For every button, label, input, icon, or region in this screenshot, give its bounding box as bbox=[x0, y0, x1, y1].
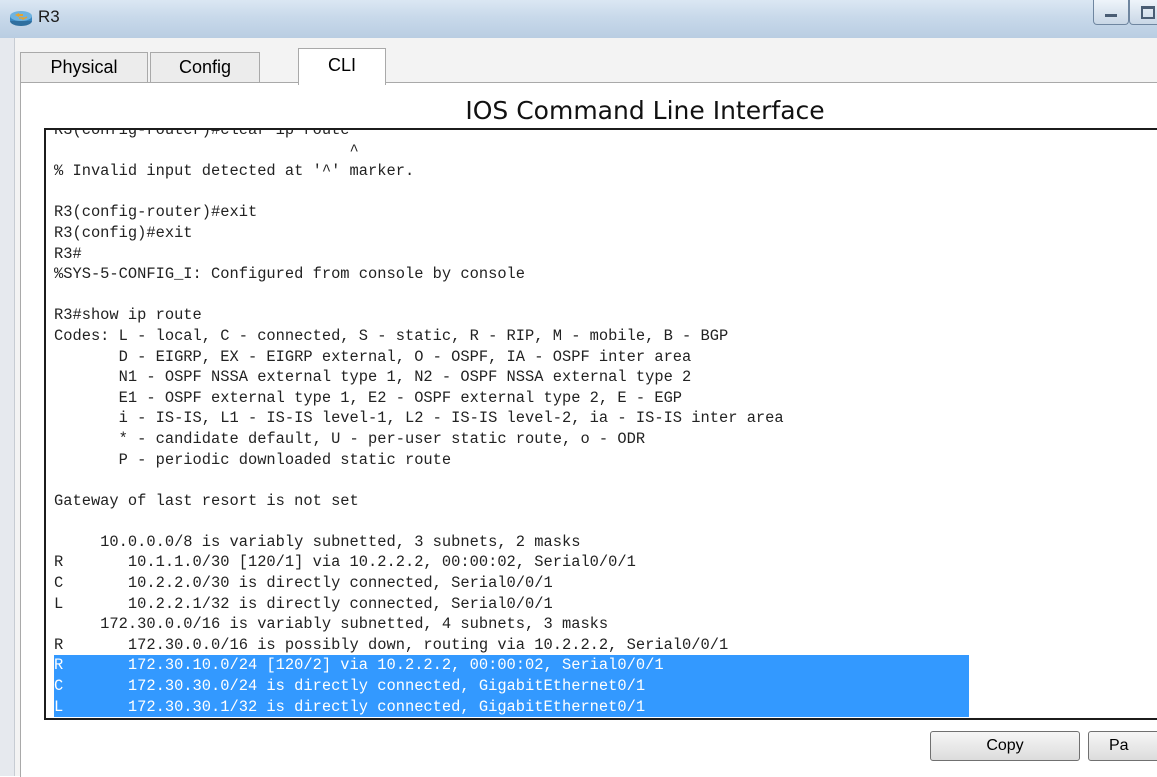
minimize-button[interactable] bbox=[1093, 0, 1129, 25]
terminal-line: L 172.30.30.1/32 is directly connected, … bbox=[54, 696, 969, 718]
maximize-button[interactable] bbox=[1129, 0, 1157, 25]
terminal-line: C 172.30.30.0/24 is directly connected, … bbox=[54, 676, 969, 697]
copy-button[interactable]: Copy bbox=[930, 731, 1080, 761]
title-bar: R3 bbox=[0, 0, 1157, 39]
cli-heading: IOS Command Line Interface bbox=[465, 96, 825, 125]
terminal-line: R 172.30.10.0/24 [120/2] via 10.2.2.2, 0… bbox=[54, 655, 969, 677]
terminal-line: R3# bbox=[54, 717, 969, 718]
paste-button[interactable]: Pa bbox=[1088, 731, 1157, 761]
cli-terminal[interactable]: R3(config-router)#clear ip route * ^ % In… bbox=[44, 128, 1157, 720]
terminal-line: R3(config-router)#clear ip route * bbox=[54, 128, 369, 139]
terminal-line: % Invalid input detected at '^' marker. bbox=[54, 162, 415, 181]
terminal-line: %SYS-5-CONFIG_I: Configured from console… bbox=[54, 265, 526, 284]
window-left-edge bbox=[0, 38, 15, 776]
terminal-line: R3# bbox=[54, 244, 82, 263]
terminal-line: 172.30.0.0/16 is variably subnetted, 4 s… bbox=[54, 615, 609, 634]
terminal-line: 10.0.0.0/8 is variably subnetted, 3 subn… bbox=[54, 532, 581, 551]
terminal-line: Codes: L - local, C - connected, S - sta… bbox=[54, 326, 729, 345]
terminal-line: R3#show ip route bbox=[54, 306, 202, 325]
window-title: R3 bbox=[38, 7, 60, 26]
terminal-line: i - IS-IS, L1 - IS-IS level-1, L2 - IS-I… bbox=[54, 409, 784, 428]
tab-config[interactable]: Config bbox=[150, 52, 260, 83]
terminal-line: P - periodic downloaded static route bbox=[54, 450, 452, 469]
router-icon bbox=[10, 11, 32, 26]
terminal-line: L 10.2.2.1/32 is directly connected, Ser… bbox=[54, 594, 553, 613]
terminal-line: R 10.1.1.0/30 [120/1] via 10.2.2.2, 00:0… bbox=[54, 553, 636, 572]
terminal-line: R3(config-router)#exit bbox=[54, 203, 258, 222]
terminal-output: R3(config-router)#clear ip route * ^ % In… bbox=[54, 128, 969, 718]
terminal-line: Gateway of last resort is not set bbox=[54, 491, 359, 510]
maximize-icon bbox=[1141, 6, 1155, 19]
minimize-icon bbox=[1105, 14, 1117, 17]
terminal-line: C 10.2.2.0/30 is directly connected, Ser… bbox=[54, 574, 553, 593]
terminal-line: * - candidate default, U - per-user stat… bbox=[54, 429, 646, 448]
terminal-line: ^ bbox=[54, 141, 359, 160]
terminal-line: R 172.30.0.0/16 is possibly down, routin… bbox=[54, 635, 729, 654]
tab-physical[interactable]: Physical bbox=[20, 52, 148, 83]
terminal-line: N1 - OSPF NSSA external type 1, N2 - OSP… bbox=[54, 368, 692, 387]
terminal-line: E1 - OSPF external type 1, E2 - OSPF ext… bbox=[54, 388, 683, 407]
terminal-line: R3(config)#exit bbox=[54, 223, 193, 242]
tab-cli[interactable]: CLI bbox=[298, 48, 386, 85]
terminal-line: D - EIGRP, EX - EIGRP external, O - OSPF… bbox=[54, 347, 692, 366]
